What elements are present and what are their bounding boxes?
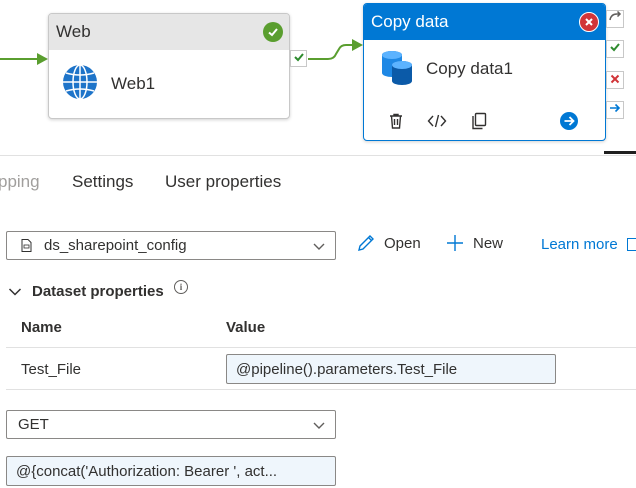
chevron-down-icon xyxy=(313,237,325,254)
learn-more-label: Learn more xyxy=(541,236,618,253)
redo-icon xyxy=(608,10,622,28)
pipeline-canvas[interactable]: Web Web1 Copy data Copy data1 xyxy=(0,0,636,155)
new-dataset-button[interactable]: New xyxy=(445,233,503,253)
dataset-file-icon xyxy=(21,239,32,252)
property-name-test-file: Test_File xyxy=(21,361,82,378)
request-method-dropdown[interactable]: GET xyxy=(6,410,336,439)
learn-more-link[interactable]: Learn more xyxy=(541,236,636,253)
dataset-dropdown[interactable]: ds_sharepoint_config xyxy=(6,231,336,260)
copy-activity-header: Copy data xyxy=(364,4,605,40)
code-icon[interactable] xyxy=(426,110,448,132)
copy-activity-name: Copy data1 xyxy=(426,59,513,78)
failure-port[interactable] xyxy=(606,71,624,89)
tab-user-properties[interactable]: User properties xyxy=(165,172,281,192)
pencil-icon xyxy=(356,233,384,253)
dataset-selected-value: ds_sharepoint_config xyxy=(44,237,187,254)
arrow-right-circle-icon[interactable] xyxy=(558,110,580,132)
web-success-port[interactable] xyxy=(290,50,307,67)
copy-activity-actions xyxy=(364,106,605,136)
table-divider xyxy=(6,347,636,348)
additional-headers-input[interactable]: @{concat('Authorization: Bearer ', act..… xyxy=(6,456,336,486)
error-status-icon xyxy=(579,12,599,32)
dataset-properties-section[interactable]: Dataset properties xyxy=(8,283,164,300)
open-dataset-button[interactable]: Open xyxy=(356,233,421,253)
globe-icon xyxy=(61,63,99,106)
success-check-icon xyxy=(609,40,621,58)
copy-activity-type: Copy data xyxy=(371,12,449,31)
plus-icon xyxy=(445,233,473,253)
web-activity-header: Web xyxy=(49,14,289,50)
info-icon[interactable]: i xyxy=(174,280,188,294)
failure-x-icon xyxy=(610,71,620,89)
open-label: Open xyxy=(384,234,421,252)
web-activity-node[interactable]: Web Web1 xyxy=(48,13,290,119)
success-port[interactable] xyxy=(606,40,624,58)
column-header-value: Value xyxy=(226,319,266,336)
copy-data-activity-node[interactable]: Copy data Copy data1 xyxy=(363,3,606,141)
table-divider xyxy=(6,389,636,390)
tab-mapping[interactable]: pping xyxy=(0,172,40,192)
skip-port[interactable] xyxy=(606,10,624,28)
property-value-input[interactable]: @pipeline().parameters.Test_File xyxy=(226,354,556,384)
panel-resize-handle[interactable] xyxy=(604,151,636,154)
column-header-name: Name xyxy=(21,319,62,336)
web-activity-type: Web xyxy=(56,22,91,41)
dataset-properties-title: Dataset properties xyxy=(32,283,164,300)
request-method-value: GET xyxy=(18,416,49,433)
success-status-icon xyxy=(263,22,283,42)
web-activity-name: Web1 xyxy=(111,74,156,93)
completion-arrow-icon xyxy=(609,101,621,119)
completion-port[interactable] xyxy=(606,101,624,119)
tab-settings[interactable]: Settings xyxy=(72,172,133,192)
panel-divider xyxy=(0,155,636,156)
external-link-icon xyxy=(626,238,636,251)
new-label: New xyxy=(473,234,504,252)
delete-icon[interactable] xyxy=(385,110,407,132)
chevron-down-icon xyxy=(313,416,325,433)
database-icon xyxy=(380,49,414,90)
clone-icon[interactable] xyxy=(468,110,490,132)
chevron-down-icon[interactable] xyxy=(8,287,22,297)
success-check-icon xyxy=(293,50,305,68)
